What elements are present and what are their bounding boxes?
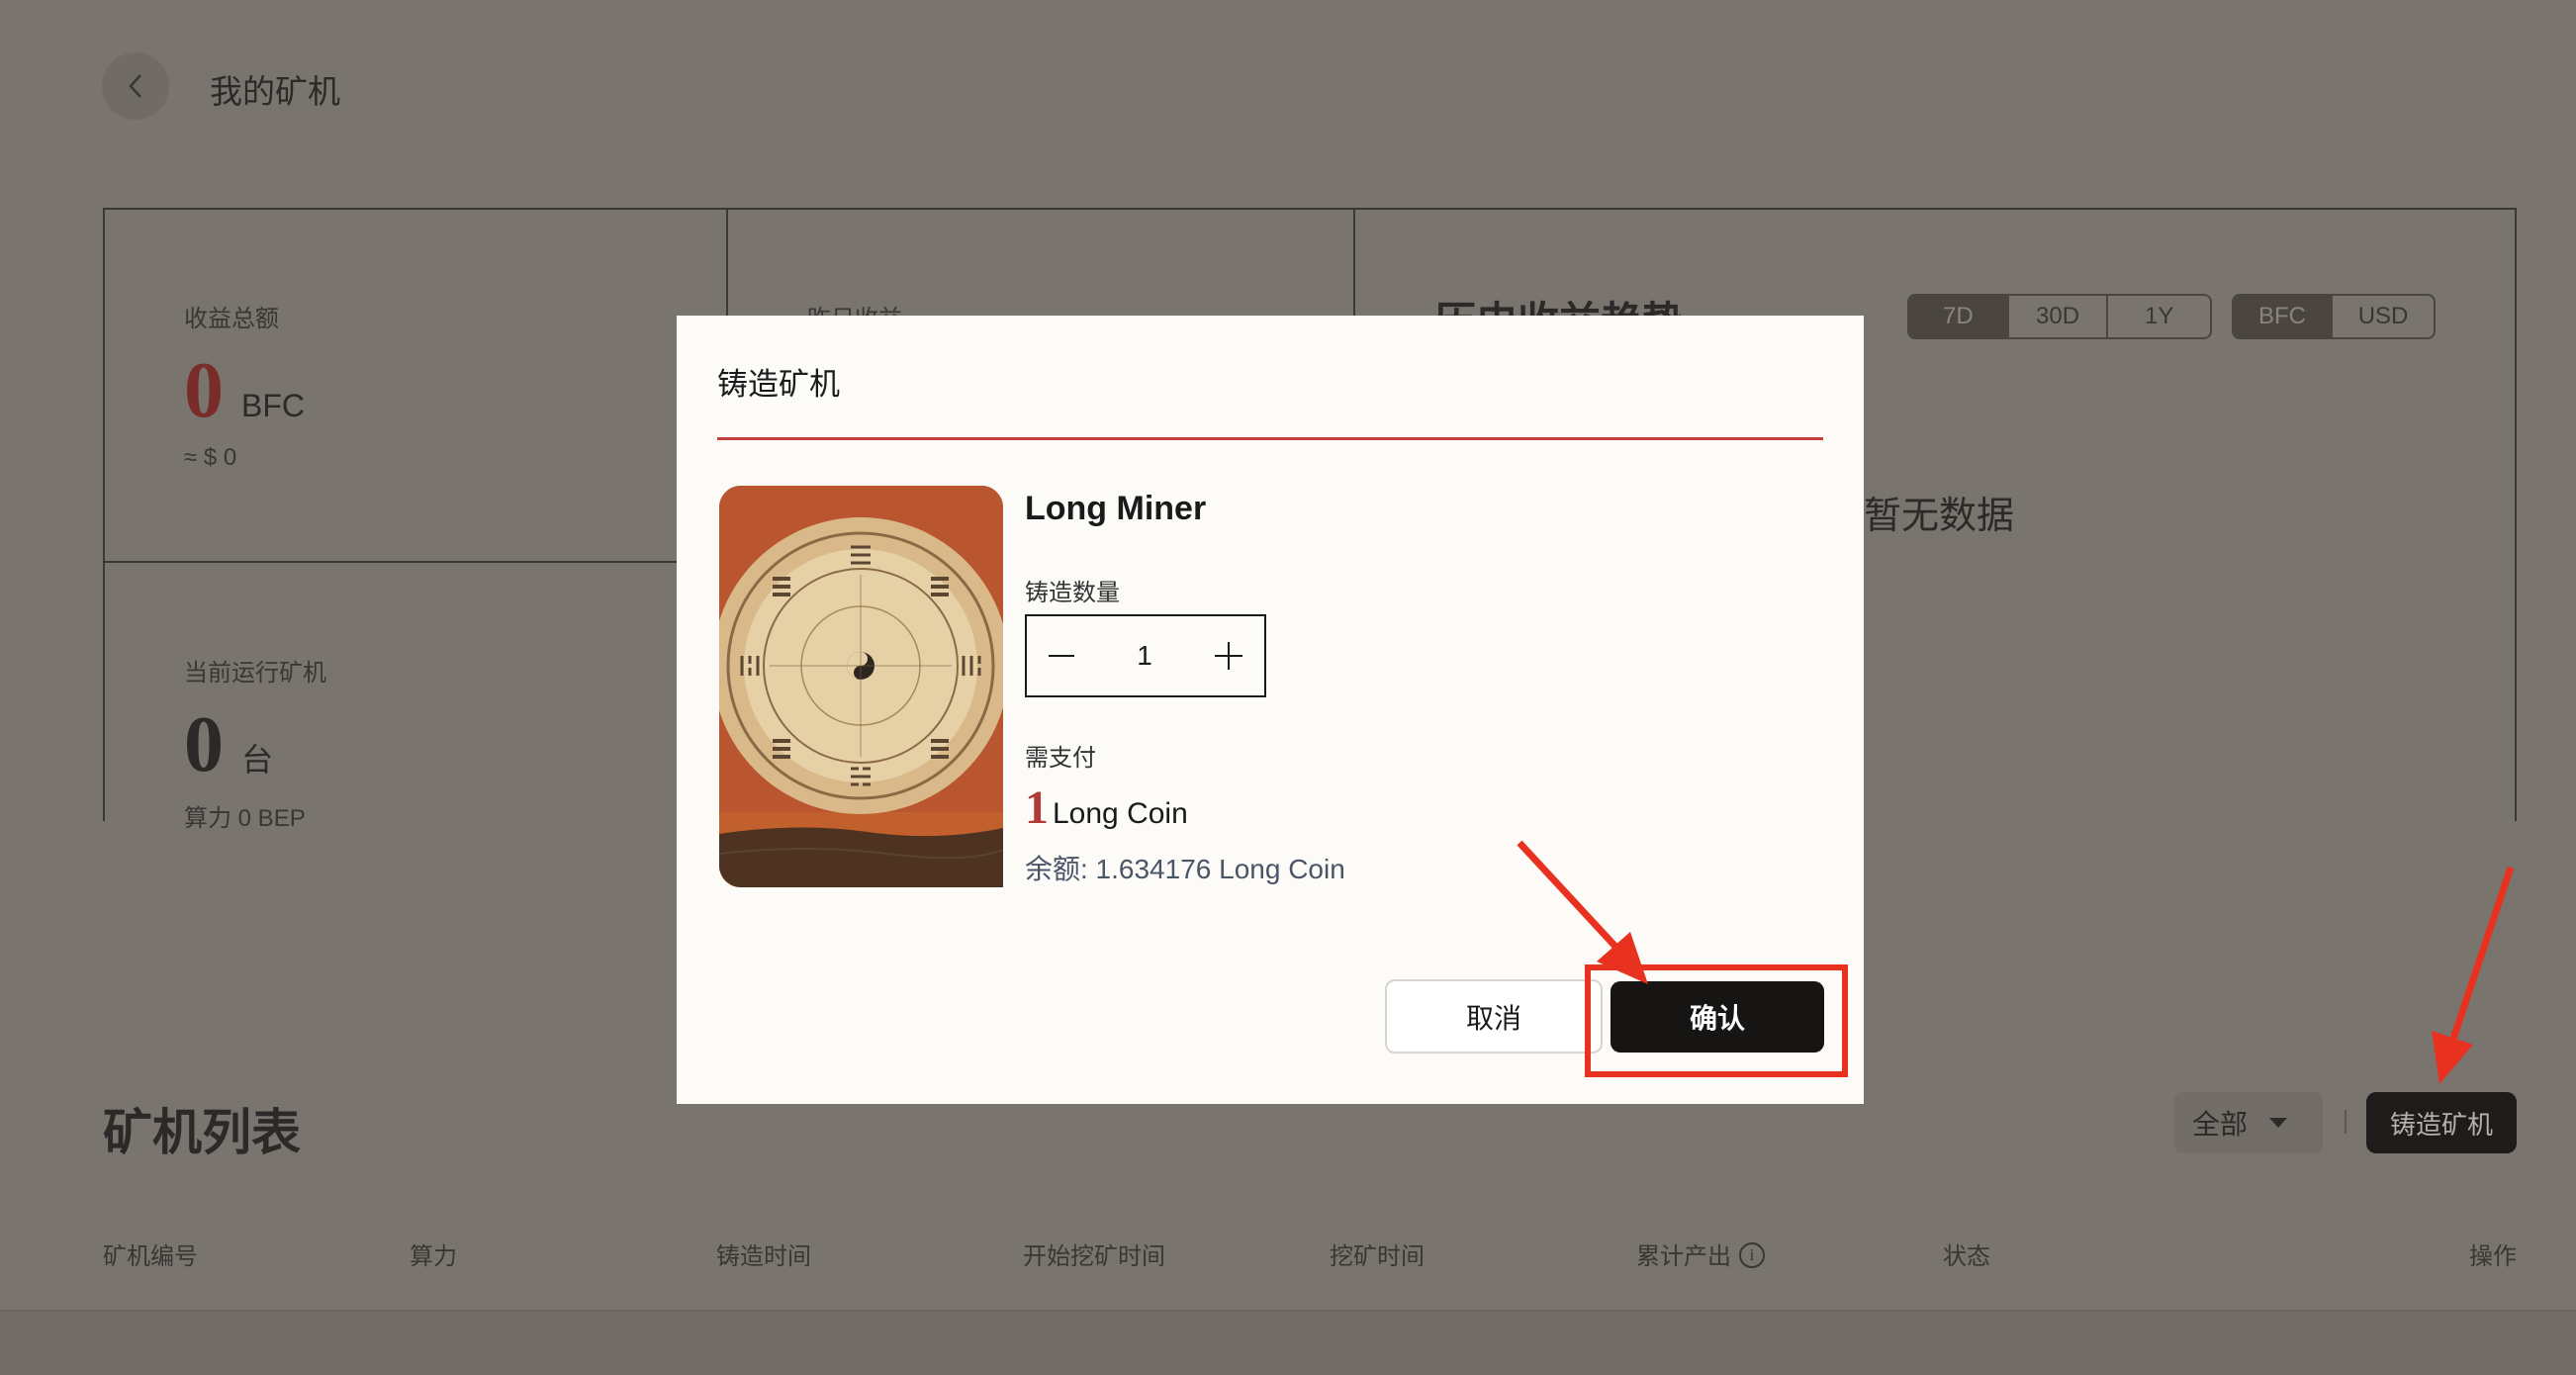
total-income-usd: ≈ $ 0	[184, 444, 237, 471]
range-option-1y[interactable]: 1Y	[2108, 296, 2210, 337]
quantity-value[interactable]: 1	[1137, 640, 1152, 672]
range-selector: 7D 30D 1Y	[1907, 294, 2212, 339]
total-income-value: 0	[184, 347, 224, 434]
column-header: 矿机编号	[103, 1243, 198, 1270]
running-miners-unit: 台	[241, 742, 274, 778]
column-header: 开始挖矿时间	[1023, 1243, 1165, 1270]
filter-value: 全部	[2192, 1109, 2249, 1140]
miner-name: Long Miner	[1025, 490, 1207, 527]
range-option-30d[interactable]: 30D	[2009, 296, 2109, 337]
divider	[2345, 1110, 2346, 1134]
column-header: 挖矿时间	[1330, 1243, 1425, 1270]
info-icon[interactable]: i	[1739, 1242, 1765, 1268]
currency-option-usd[interactable]: USD	[2333, 296, 2434, 337]
range-option-7d[interactable]: 7D	[1909, 296, 2009, 337]
miner-list-title: 矿机列表	[103, 1105, 301, 1160]
status-filter-select[interactable]: 全部	[2174, 1092, 2323, 1153]
payment-value: 1	[1025, 781, 1049, 834]
total-income-label: 收益总额	[184, 306, 279, 332]
total-income-unit: BFC	[241, 388, 305, 423]
divider	[717, 437, 1823, 440]
page-title: 我的矿机	[210, 73, 340, 110]
divider	[103, 561, 728, 563]
currency-selector: BFC USD	[2232, 294, 2436, 339]
payment-label: 需支付	[1025, 745, 1096, 772]
dialog-title: 铸造矿机	[717, 367, 840, 402]
highlight-box	[1585, 964, 1848, 1077]
running-miners-value: 0	[184, 701, 224, 788]
payment-currency: Long Coin	[1053, 797, 1188, 830]
column-header: 累计产出	[1636, 1243, 1731, 1270]
table-body	[0, 1312, 2576, 1375]
currency-option-bfc[interactable]: BFC	[2234, 296, 2334, 337]
quantity-label: 铸造数量	[1025, 580, 1120, 606]
payment-amount: 1 Long Coin	[1025, 780, 1188, 835]
plus-icon[interactable]	[1214, 642, 1242, 670]
miner-image	[719, 486, 1003, 887]
column-header: 算力	[410, 1243, 457, 1270]
column-header: 操作	[2469, 1243, 2517, 1270]
column-header: 状态	[1943, 1243, 1990, 1270]
column-header: 铸造时间	[716, 1243, 811, 1270]
hashrate-text: 算力 0 BEP	[184, 805, 306, 832]
caret-down-icon	[2269, 1118, 2288, 1128]
total-income-stat: 收益总额 0 BFC ≈ $ 0	[184, 299, 305, 472]
table-header: 矿机编号 算力 铸造时间 开始挖矿时间 挖矿时间 累计产出 i 状态 操作	[103, 1231, 2517, 1270]
quantity-stepper: 1	[1025, 614, 1266, 697]
cancel-button[interactable]: 取消	[1385, 979, 1603, 1054]
column-header-output: 累计产出 i	[1636, 1237, 1765, 1271]
mint-miner-button[interactable]: 铸造矿机	[2366, 1092, 2517, 1153]
running-miners-stat: 当前运行矿机 0 台 算力 0 BEP	[184, 653, 326, 833]
minus-icon[interactable]	[1049, 655, 1074, 657]
balance-text: 余额: 1.634176 Long Coin	[1025, 854, 1345, 884]
running-miners-label: 当前运行矿机	[184, 660, 326, 687]
chevron-left-icon	[129, 74, 141, 98]
empty-chart-text: 暂无数据	[1864, 496, 2015, 537]
back-button[interactable]	[102, 52, 169, 120]
